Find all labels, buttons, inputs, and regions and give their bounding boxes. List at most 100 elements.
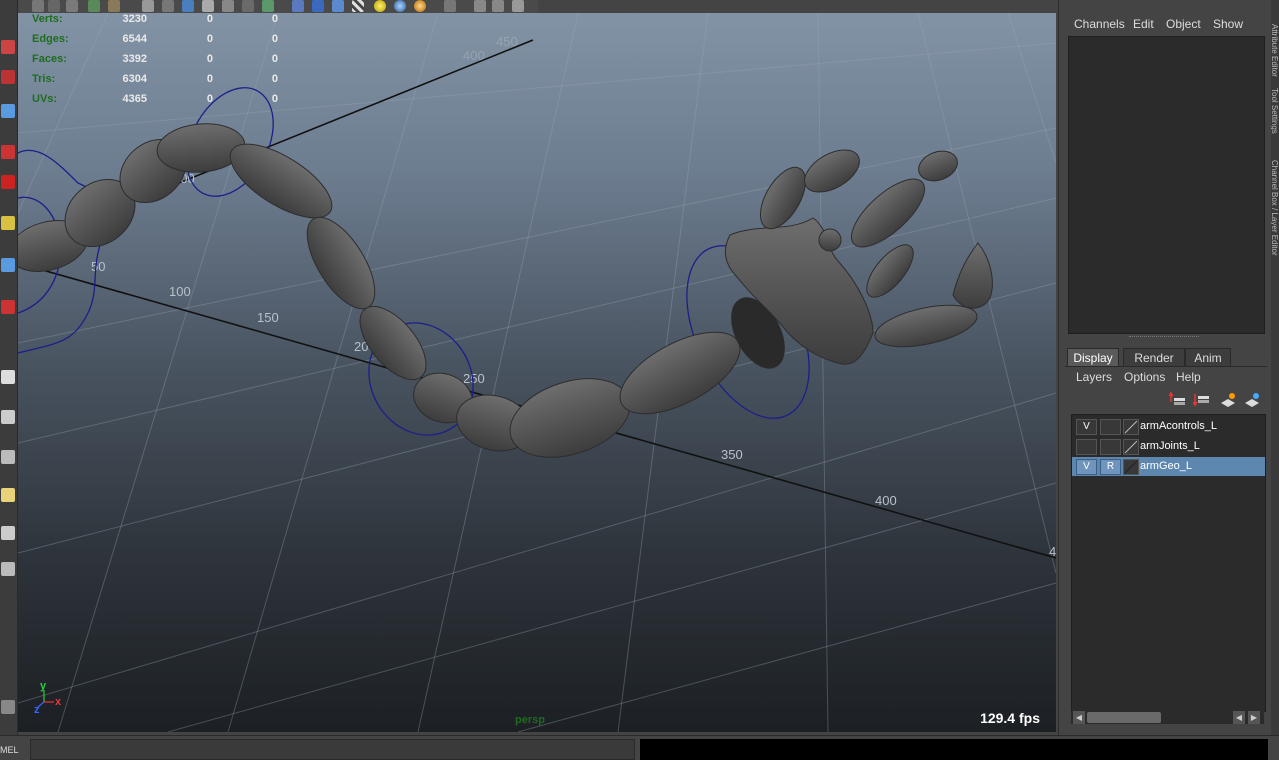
menu-channels[interactable]: Channels [1074, 17, 1125, 31]
hud-value: 0 [271, 33, 278, 45]
menu-layers[interactable]: Layers [1076, 370, 1112, 384]
scroll-thumb[interactable] [1087, 712, 1161, 723]
light-yellow-icon[interactable] [374, 0, 386, 12]
menu-options[interactable]: Options [1124, 370, 1165, 384]
camera-name-label: persp [515, 714, 545, 726]
textured-icon[interactable] [202, 0, 214, 12]
layer-row-armAcontrols[interactable]: V armAcontrols_L [1072, 417, 1265, 436]
layer-row-armJoints[interactable]: armJoints_L [1072, 437, 1265, 456]
isolate-icon[interactable] [292, 0, 304, 12]
layer-visibility-toggle[interactable]: V [1076, 459, 1097, 475]
knuckle[interactable] [818, 228, 842, 252]
render-settings-icon[interactable] [66, 0, 78, 12]
layout-four-icon[interactable] [1, 410, 15, 424]
ruler-label: 350 [721, 447, 743, 462]
new-layer-selected-icon[interactable] [1243, 392, 1261, 408]
manipulator-icon[interactable] [1, 216, 15, 230]
ipr-render-icon[interactable] [48, 0, 60, 12]
layout-icon[interactable] [492, 0, 504, 12]
finger-segment[interactable] [914, 146, 961, 186]
render-icon[interactable] [32, 0, 44, 12]
hypershade-icon[interactable] [88, 0, 100, 12]
layer-color-swatch[interactable] [1123, 459, 1139, 475]
layer-color-swatch[interactable] [1123, 419, 1139, 435]
layout-custom-icon[interactable] [1, 700, 15, 714]
layer-down-icon[interactable] [1193, 392, 1211, 408]
layer-visibility-toggle[interactable]: V [1076, 419, 1097, 435]
mel-label[interactable]: MEL [0, 745, 19, 755]
hud-label: Verts: [32, 13, 63, 25]
scroll-left-icon[interactable]: ◀ [1073, 711, 1085, 724]
checker-icon[interactable] [352, 0, 364, 12]
layer-list[interactable]: V armAcontrols_L armJoints_L V R armGeo_… [1071, 414, 1266, 712]
arm-segment[interactable] [219, 130, 343, 232]
layer-name: armJoints_L [1140, 440, 1200, 452]
finger-segment[interactable] [798, 141, 867, 200]
menu-show[interactable]: Show [1213, 17, 1243, 31]
rotate-tool-icon[interactable] [1, 145, 15, 159]
layout-single-icon[interactable] [1, 370, 15, 384]
hud-value: 6544 [122, 33, 147, 45]
tab-display[interactable]: Display [1067, 348, 1119, 367]
scene-canvas[interactable]: 0 50 100 150 200 250 300 350 400 4 50 10… [18, 13, 1056, 732]
arm-mesh[interactable] [18, 120, 993, 472]
cube-icon[interactable] [332, 0, 344, 12]
select-cursor-icon[interactable] [444, 0, 456, 12]
light-blue-icon[interactable] [394, 0, 406, 12]
tab-anim[interactable]: Anim [1185, 348, 1231, 367]
tab-render[interactable]: Render [1123, 348, 1185, 367]
hud-value: 0 [206, 73, 213, 85]
select-tool-icon[interactable] [1, 40, 15, 54]
finger-segment[interactable] [841, 168, 935, 258]
grid-toggle-icon[interactable] [162, 0, 174, 12]
layer-display-type-toggle[interactable] [1100, 439, 1121, 455]
side-tab-attribute-editor[interactable]: Attribute Editor [1271, 24, 1279, 84]
smooth-shade-icon[interactable] [182, 0, 194, 12]
lasso-tool-icon[interactable] [1, 70, 15, 84]
new-layer-icon[interactable] [1219, 392, 1237, 408]
menu-edit[interactable]: Edit [1133, 17, 1154, 31]
scroll-right-icon[interactable]: ▶ [1248, 711, 1260, 724]
scale-tool-icon[interactable] [1, 175, 15, 189]
fps-counter: 129.4 fps [980, 710, 1040, 726]
side-tab-tool-settings[interactable]: Tool Settings [1271, 88, 1279, 148]
layer-display-type-toggle[interactable]: R [1100, 459, 1121, 475]
channel-box[interactable] [1068, 36, 1265, 334]
grid [18, 13, 1056, 732]
hud-value: 0 [271, 13, 278, 25]
side-tab-channel-box[interactable]: Channel Box / Layer Editor [1271, 160, 1279, 300]
light-orange-icon[interactable] [414, 0, 426, 12]
share-icon[interactable] [512, 0, 524, 12]
last-tool-icon[interactable] [1, 300, 15, 314]
layer-color-swatch[interactable] [1123, 439, 1139, 455]
shading-icon[interactable] [108, 0, 120, 12]
layer-name: armGeo_L [1140, 460, 1192, 472]
command-input[interactable] [30, 739, 635, 760]
lighting-icon[interactable] [222, 0, 234, 12]
layer-display-type-toggle[interactable] [1100, 419, 1121, 435]
soft-mod-icon[interactable] [1, 258, 15, 272]
finger-segment[interactable] [859, 237, 922, 304]
menu-object[interactable]: Object [1166, 17, 1201, 31]
layer-row-armGeo[interactable]: V R armGeo_L [1072, 457, 1265, 476]
layout-outliner-icon[interactable] [1, 488, 15, 502]
layer-up-icon[interactable] [1169, 392, 1187, 408]
layout-hypergraph-icon[interactable] [1, 562, 15, 576]
layer-list-scrollbar[interactable]: ◀ ◀ ▶ [1071, 711, 1264, 724]
scroll-left-end-icon[interactable]: ◀ [1233, 711, 1245, 724]
layout-side-icon[interactable] [1, 450, 15, 464]
wireframe-icon[interactable] [142, 0, 154, 12]
layer-visibility-toggle[interactable] [1076, 439, 1097, 455]
perspective-viewport[interactable]: 0 50 100 150 200 250 300 350 400 4 50 10… [18, 13, 1056, 732]
shadows-icon[interactable] [242, 0, 254, 12]
frame-icon[interactable] [474, 0, 486, 12]
layout-graph-icon[interactable] [1, 526, 15, 540]
menu-help[interactable]: Help [1176, 370, 1201, 384]
xray-icon[interactable] [262, 0, 274, 12]
panel-splitter[interactable] [1129, 336, 1199, 340]
camera-icon[interactable] [312, 0, 324, 12]
arm-segment[interactable] [500, 365, 640, 472]
arm-segment[interactable] [294, 207, 388, 320]
move-tool-icon[interactable] [1, 104, 15, 118]
thumb-tip[interactable] [952, 242, 993, 309]
